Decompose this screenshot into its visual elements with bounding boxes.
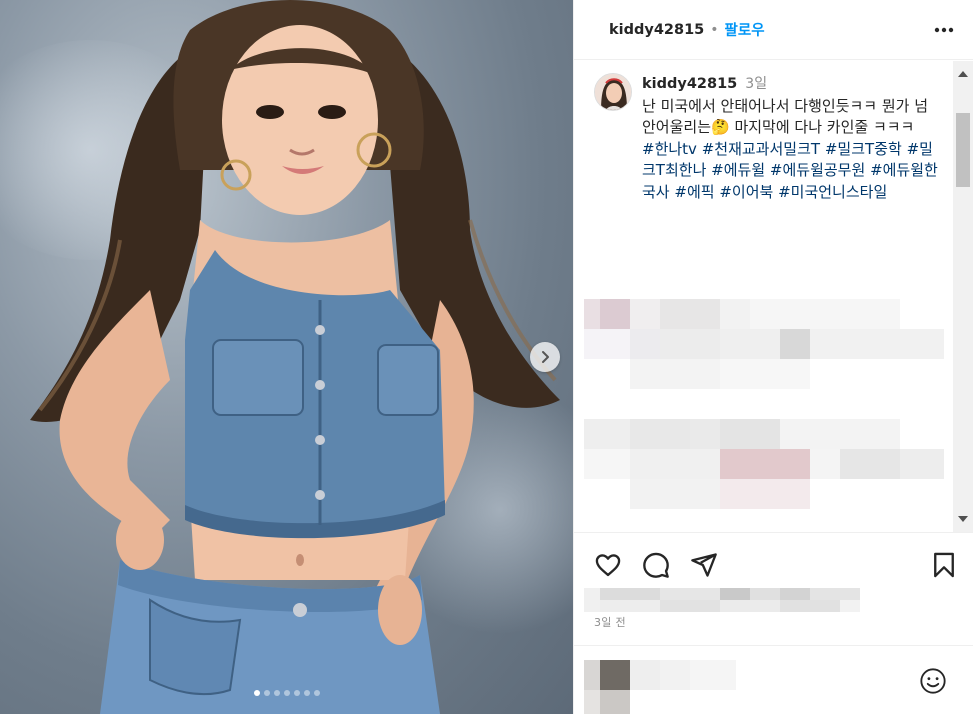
hashtag-link[interactable]: #미국언니스타일 [778, 183, 887, 201]
caption-username[interactable]: kiddy42815 [642, 76, 737, 92]
smiley-icon [920, 668, 946, 694]
carousel-dot [303, 690, 310, 696]
caption-time[interactable]: 3일 [745, 76, 767, 92]
post-header: kiddy42815 • 팔로우 [574, 0, 973, 60]
hashtag-link[interactable]: #에듀윌공무원 [770, 161, 865, 179]
avatar-image [595, 74, 631, 110]
more-options-button[interactable] [932, 18, 956, 42]
carousel-dot [263, 690, 270, 696]
follow-button[interactable]: 팔로우 [725, 19, 765, 40]
avatar[interactable] [594, 73, 632, 111]
more-horizontal-icon [934, 27, 954, 33]
heart-icon [595, 554, 621, 577]
hashtag-link[interactable]: #에픽 [674, 183, 714, 201]
hashtag-link[interactable]: #에듀윌 [711, 161, 765, 179]
comments-scrollbar[interactable] [953, 61, 973, 532]
comment-composer [574, 645, 973, 714]
scroll-down-arrow[interactable] [958, 516, 968, 522]
carousel-indicator [0, 690, 573, 696]
like-button[interactable] [594, 551, 622, 579]
hashtag-link[interactable]: #밀크T중학 [825, 140, 902, 158]
paper-plane-icon [691, 553, 717, 577]
comment-button[interactable] [642, 551, 670, 579]
carousel-dot [293, 690, 300, 696]
bookmark-icon [934, 552, 954, 578]
carousel-dot [253, 690, 260, 696]
carousel-dot [313, 690, 320, 696]
chevron-right-icon [542, 351, 549, 363]
next-slide-button[interactable] [530, 342, 560, 372]
post-photo[interactable] [0, 0, 573, 714]
share-button[interactable] [690, 551, 718, 579]
caption-body: kiddy42815 3일 난 미국에서 안태어나서 다행인듯ㅋㅋ 뭔가 넘 안어… [642, 73, 942, 203]
carousel-dot [283, 690, 290, 696]
hashtag-list: #한나tv #천재교과서밀크T #밀크T중학 #밀크T최한나 #에듀윌 #에듀윌… [642, 139, 942, 204]
scroll-up-arrow[interactable] [958, 71, 968, 77]
emoji-button[interactable] [919, 667, 947, 695]
model-figure [30, 0, 560, 714]
blurred-likes [574, 588, 973, 614]
author-username[interactable]: kiddy42815 [609, 22, 704, 38]
action-bar [574, 532, 973, 592]
save-button[interactable] [930, 551, 958, 579]
carousel-dot [273, 690, 280, 696]
hashtag-link[interactable]: #이어북 [719, 183, 773, 201]
comments-area[interactable]: kiddy42815 3일 난 미국에서 안태어나서 다행인듯ㅋㅋ 뭔가 넘 안어… [574, 61, 952, 532]
speech-bubble-icon [643, 552, 669, 578]
header-separator: • [710, 21, 719, 38]
caption-text: 난 미국에서 안태어나서 다행인듯ㅋㅋ 뭔가 넘 안어울리는🤔 마지막에 다나 … [642, 96, 929, 137]
hashtag-link[interactable]: #한나tv [642, 140, 697, 158]
post-timestamp[interactable]: 3일 전 [594, 614, 626, 630]
hashtag-link[interactable]: #천재교과서밀크T [702, 140, 820, 158]
scroll-thumb[interactable] [956, 113, 970, 187]
post-details-panel: kiddy42815 • 팔로우 kiddy42815 3일 난 미국에서 안태… [573, 0, 973, 714]
